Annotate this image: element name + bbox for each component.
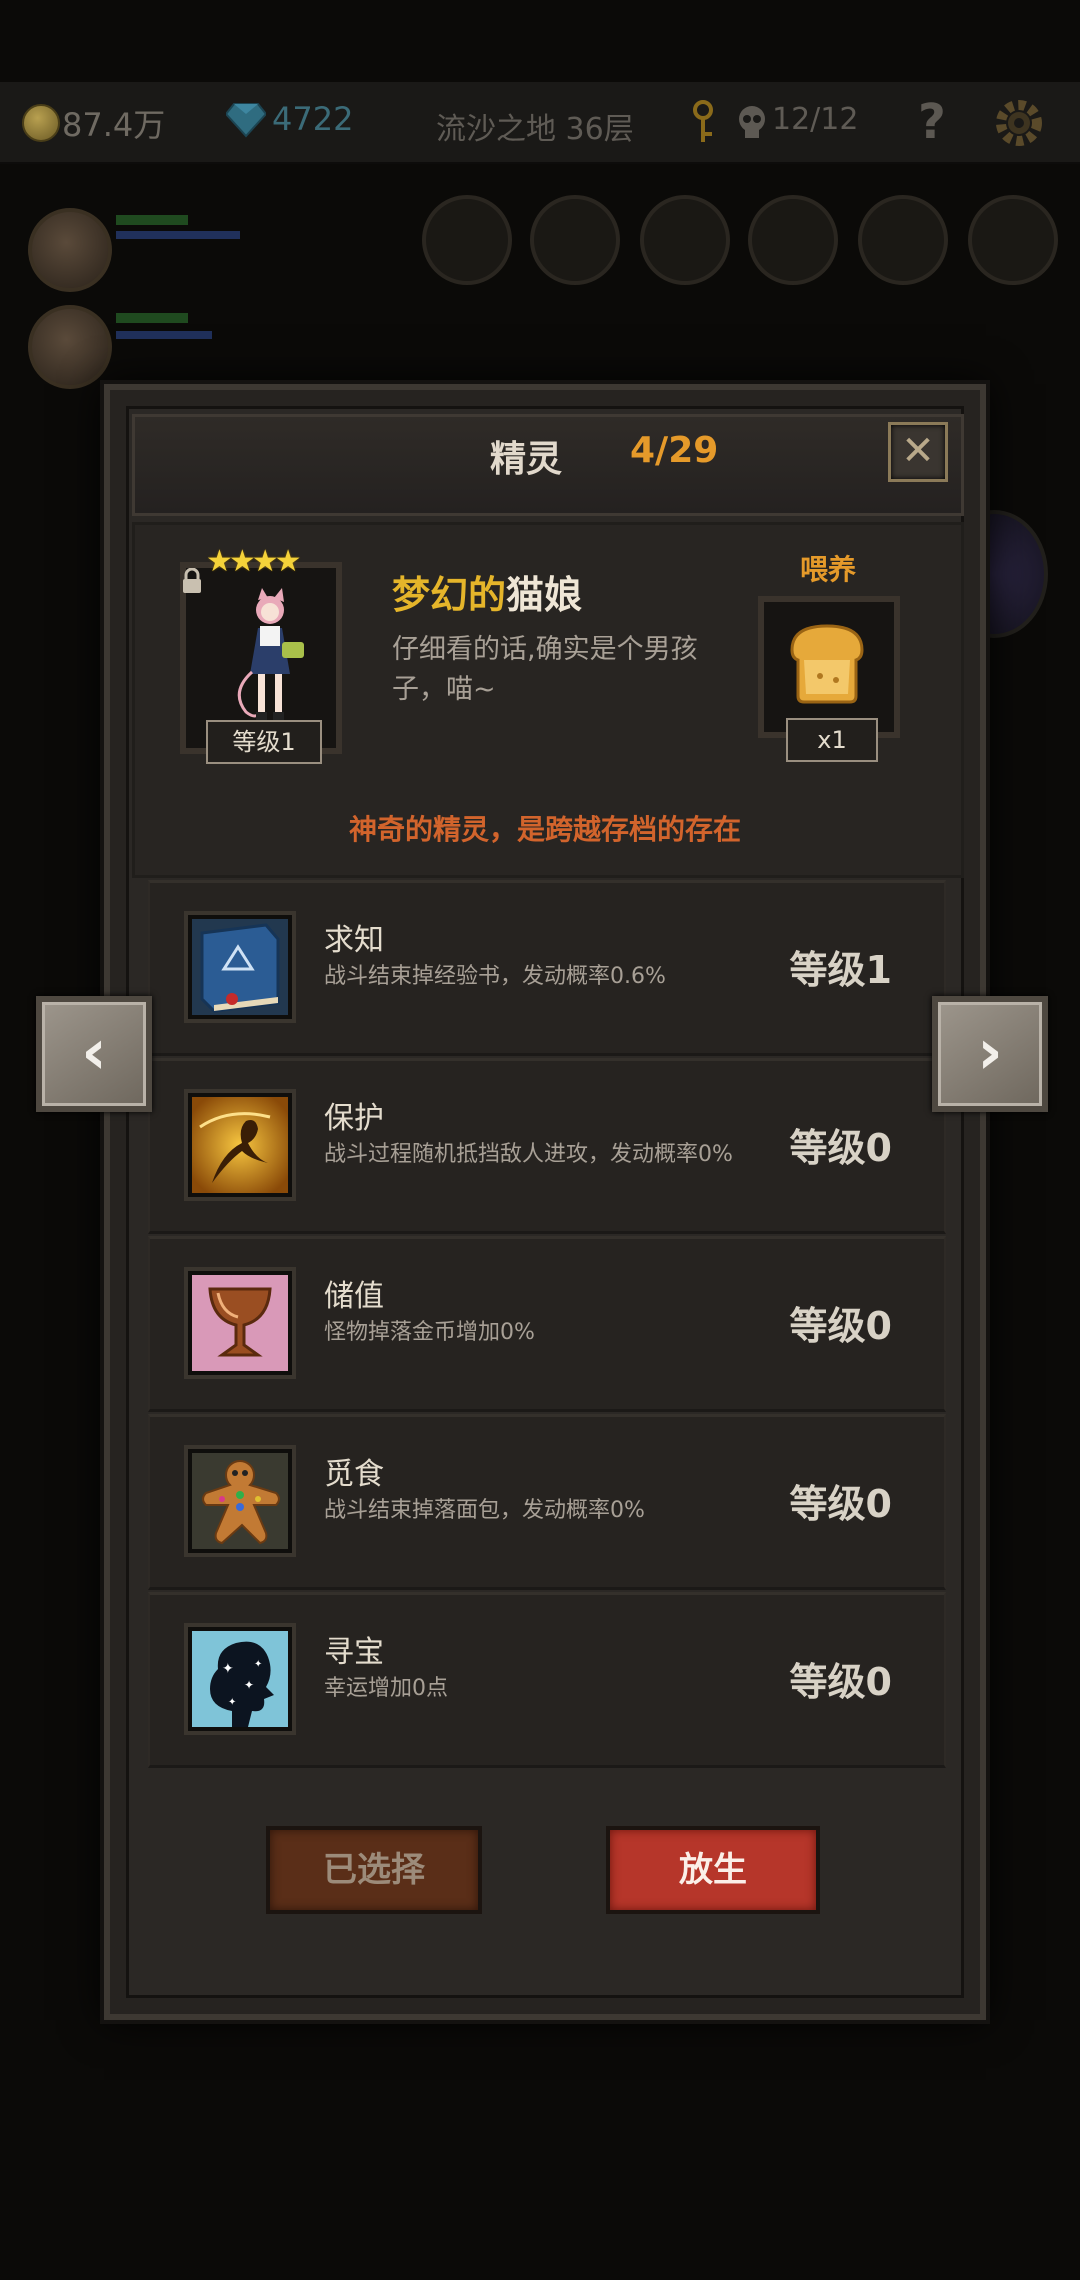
lock-icon <box>183 568 201 593</box>
skill-row-knowledge[interactable]: 求知 战斗结束掉经验书，发动概率0.6% 等级1 <box>148 880 946 1056</box>
goblet-icon <box>192 1275 288 1371</box>
skill-icon-frame <box>184 1267 296 1379</box>
skill-row-treasure[interactable]: ✦ ✦ ✦ ✦ 寻宝 幸运增加0点 等级0 <box>148 1592 946 1768</box>
pet-note: 神奇的精灵，是跨越存档的存在 <box>348 813 741 846</box>
skill-row-protection[interactable]: 保护 战斗过程随机抵挡敌人进攻，发动概率0% 等级0 <box>148 1058 946 1234</box>
skill-name: 求知 <box>324 923 384 958</box>
feed-label: 喂养 <box>800 553 857 586</box>
pet-dialog: 精灵 4/29 ✕ ★★★★ 等级1 梦幻的猫娘 仔细看的话,确实是个男孩子，喵… <box>104 384 986 2020</box>
skill-name: 保护 <box>324 1101 384 1136</box>
skull-icon <box>739 106 765 138</box>
gold-amount: 87.4万 <box>62 106 166 144</box>
skill-name: 觅食 <box>324 1457 384 1492</box>
gear-icon[interactable] <box>992 96 1046 150</box>
skill-description: 战斗结束掉落面包，发动概率0% <box>324 1498 645 1523</box>
gold-coin-icon <box>22 104 60 142</box>
pet-level-badge: 等级1 <box>206 720 322 764</box>
diamond-icon <box>226 103 266 138</box>
item-slot <box>530 195 620 285</box>
book-icon <box>192 919 288 1015</box>
pet-name: 梦幻的猫娘 <box>392 564 582 619</box>
skill-level: 等级0 <box>789 1482 892 1526</box>
location-label: 流沙之地 36层 <box>436 112 634 147</box>
item-slot <box>640 195 730 285</box>
skill-name: 寻宝 <box>324 1635 384 1670</box>
next-arrow-button[interactable]: › <box>932 996 1048 1112</box>
skill-level: 等级0 <box>789 1660 892 1704</box>
skill-name: 储值 <box>324 1279 384 1314</box>
selected-button[interactable]: 已选择 <box>266 1826 482 1914</box>
pet-name-highlight: 梦幻的 <box>392 573 507 617</box>
pet-name-rest: 猫娘 <box>506 573 583 617</box>
catgirl-pet-icon <box>237 588 304 720</box>
dialog-title: 精灵 <box>490 439 563 480</box>
skill-icon-frame: ✦ ✦ ✦ ✦ <box>184 1623 296 1735</box>
gingerbread-icon <box>192 1453 288 1549</box>
skill-description: 幸运增加0点 <box>324 1676 448 1701</box>
skill-level: 等级0 <box>789 1126 892 1170</box>
hero-mp-bar <box>116 231 240 239</box>
item-slot <box>422 195 512 285</box>
pet-description: 仔细看的话,确实是个男孩子，喵~ <box>392 634 698 705</box>
prev-arrow-button[interactable]: ‹ <box>36 996 152 1112</box>
kill-count: 12/12 <box>772 102 859 137</box>
sparkle-silhouette-icon: ✦ ✦ ✦ ✦ <box>192 1631 288 1727</box>
svg-text:✦: ✦ <box>228 1697 236 1708</box>
svg-text:✦: ✦ <box>222 1661 234 1677</box>
gem-amount: 4722 <box>272 100 354 138</box>
skill-row-foraging[interactable]: 觅食 战斗结束掉落面包，发动概率0% 等级0 <box>148 1414 946 1590</box>
skill-description: 战斗结束掉经验书，发动概率0.6% <box>324 964 666 989</box>
skill-icon-frame <box>184 1445 296 1557</box>
key-icon <box>693 100 713 142</box>
pet-count: 4/29 <box>630 430 719 471</box>
hero-hp-bar <box>116 215 188 225</box>
star-rating: ★★★★ <box>206 544 302 579</box>
release-button[interactable]: 放生 <box>606 1826 820 1914</box>
skill-icon-frame <box>184 911 296 1023</box>
hero-hp-bar <box>116 313 188 323</box>
item-slot <box>858 195 948 285</box>
skill-description: 战斗过程随机抵挡敌人进攻，发动概率0% <box>324 1142 733 1167</box>
item-slot <box>968 195 1058 285</box>
skill-description: 怪物掉落金币增加0% <box>324 1320 535 1345</box>
skill-level: 等级0 <box>789 1304 892 1348</box>
hero-mp-bar <box>116 331 212 339</box>
hero-portrait <box>28 208 112 292</box>
skill-row-savings[interactable]: 储值 怪物掉落金币增加0% 等级0 <box>148 1236 946 1412</box>
help-button[interactable]: ? <box>918 94 946 150</box>
skill-level: 等级1 <box>789 948 892 992</box>
item-slot <box>748 195 838 285</box>
hero-portrait <box>28 305 112 389</box>
svg-text:✦: ✦ <box>254 1659 262 1670</box>
shield-figure-icon <box>192 1097 288 1193</box>
close-button[interactable]: ✕ <box>888 422 948 482</box>
feed-quantity: x1 <box>786 718 878 762</box>
status-bar: 87.4万 4722 流沙之地 36层 12/12 ? <box>0 82 1080 164</box>
svg-text:✦: ✦ <box>244 1678 254 1692</box>
skill-icon-frame <box>184 1089 296 1201</box>
bread-icon[interactable] <box>782 620 872 704</box>
